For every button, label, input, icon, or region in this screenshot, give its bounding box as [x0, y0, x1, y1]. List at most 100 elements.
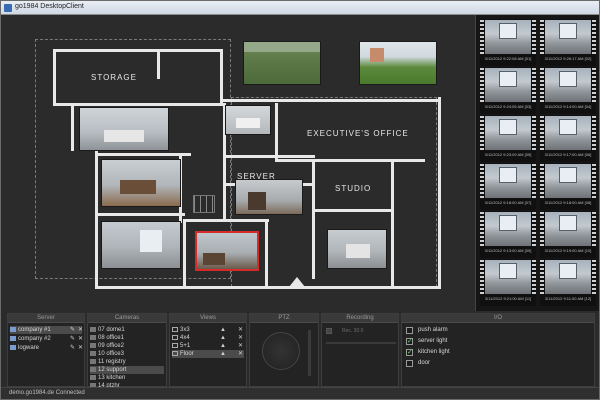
views-panel-header: Views: [170, 314, 246, 323]
view-item[interactable]: 4x4: [172, 334, 244, 342]
thumbnail[interactable]: 3/11/2012 9:24:05 AM [03]: [480, 67, 536, 114]
cameras-panel-header: Cameras: [88, 314, 166, 323]
delete-icon[interactable]: ✕: [78, 327, 84, 333]
thumbnail[interactable]: 3/11/2012 9:18:00 AM [08]: [540, 163, 596, 210]
wall: [95, 213, 185, 216]
io-panel: I/O push alarm server light kitchen ligh…: [401, 313, 595, 387]
delete-icon[interactable]: ✕: [238, 343, 244, 349]
server-icon: [10, 326, 16, 332]
thumbnail[interactable]: 3/11/2012 9:18:00 AM [07]: [480, 163, 536, 210]
window-title: go1984 DesktopClient: [15, 3, 84, 10]
thumbnail[interactable]: 3/11/2012 9:23:09 AM [05]: [480, 115, 536, 162]
thumbnail[interactable]: 3/11/2012 9:22:08 AM [01]: [480, 19, 536, 66]
camera-list-item[interactable]: 13 kitchen: [90, 374, 164, 382]
wall: [312, 209, 394, 212]
camera-feed-hallway[interactable]: [225, 105, 271, 135]
server-panel: Server company #1 company #2 logware ✎ ✕…: [7, 313, 85, 387]
server-icon: [10, 344, 16, 350]
wall: [275, 159, 425, 162]
room-label-storage: STORAGE: [91, 73, 137, 82]
camera-feed-support-selected[interactable]: [195, 231, 259, 271]
server-icon: [10, 335, 16, 341]
upload-icon[interactable]: ▲: [220, 351, 226, 357]
thumbnail[interactable]: 3/11/2012 9:17:00 AM [06]: [540, 115, 596, 162]
stairs: [193, 195, 215, 213]
delete-icon[interactable]: ✕: [238, 351, 244, 357]
thumbnail[interactable]: 3/11/2012 9:21:00 AM [11]: [480, 259, 536, 306]
wall: [53, 49, 223, 52]
io-label: kitchen light: [418, 349, 450, 355]
recording-panel: Recording Rec. 30.0: [321, 313, 399, 387]
camera-list-item[interactable]: 09 office2: [90, 342, 164, 350]
io-label: door: [418, 360, 431, 366]
thumbnail[interactable]: 3/11/2012 9:14:00 AM [04]: [540, 67, 596, 114]
wall: [265, 219, 268, 289]
title-bar: go1984 DesktopClient: [1, 1, 599, 15]
ptz-panel-header: PTZ: [250, 314, 318, 323]
recording-timeline[interactable]: [326, 342, 396, 344]
delete-icon[interactable]: ✕: [78, 345, 84, 351]
camera-icon: [90, 334, 96, 340]
upload-icon[interactable]: ▲: [220, 327, 226, 333]
camera-feed-office-1[interactable]: [101, 159, 181, 207]
thumbnail[interactable]: 3/11/2012 9:19:00 AM [10]: [540, 211, 596, 258]
recording-field: Rec. 30.0: [342, 328, 364, 334]
camera-list-item[interactable]: 07 dome1: [90, 326, 164, 334]
camera-feed-outdoor-2[interactable]: [359, 41, 437, 85]
io-checkbox-kitchen-light[interactable]: [406, 348, 413, 356]
camera-list-item[interactable]: 08 office1: [90, 334, 164, 342]
wall: [53, 49, 56, 105]
wall: [183, 219, 269, 222]
camera-feed-outdoor-1[interactable]: [243, 41, 321, 85]
app-window: go1984 DesktopClient STORAGE EXECUTIVE'S…: [0, 0, 600, 400]
camera-thumbnail-strip: 3/11/2012 9:22:08 AM [01] 3/11/2012 9:26…: [475, 15, 599, 311]
record-button[interactable]: [326, 328, 332, 334]
camera-icon: [90, 366, 96, 372]
wall: [438, 97, 441, 289]
wall: [95, 149, 98, 289]
thumbnail[interactable]: 3/11/2012 9:11:00 AM [12]: [540, 259, 596, 306]
wall: [183, 219, 186, 289]
wall: [71, 103, 74, 151]
edit-icon[interactable]: ✎: [70, 327, 76, 333]
view-item[interactable]: Floor: [172, 350, 244, 358]
upload-icon[interactable]: ▲: [220, 335, 226, 341]
io-panel-header: I/O: [402, 314, 594, 323]
zoom-slider[interactable]: [308, 330, 311, 376]
edit-icon[interactable]: ✎: [70, 345, 76, 351]
delete-icon[interactable]: ✕: [238, 335, 244, 341]
thumbnail[interactable]: 3/11/2012 9:26:17 AM [02]: [540, 19, 596, 66]
status-bar: demo.go1984.de Connected: [1, 387, 599, 399]
camera-feed-office-2[interactable]: [101, 221, 181, 269]
wall: [275, 103, 278, 159]
camera-icon: [90, 342, 96, 348]
wall: [223, 99, 441, 102]
delete-icon[interactable]: ✕: [78, 336, 84, 342]
wall: [95, 153, 191, 156]
camera-list-item[interactable]: 12 support: [90, 366, 164, 374]
view-item[interactable]: 5+1: [172, 342, 244, 350]
io-label: server light: [418, 338, 448, 344]
grid-icon: [172, 342, 178, 348]
upload-icon[interactable]: ▲: [220, 343, 226, 349]
io-checkbox-server-light[interactable]: [406, 337, 413, 345]
camera-feed-server[interactable]: [235, 179, 303, 215]
camera-feed-storage[interactable]: [79, 107, 169, 151]
wall: [53, 103, 223, 106]
camera-list-item[interactable]: 11 registry: [90, 358, 164, 366]
io-checkbox-push-alarm[interactable]: [406, 327, 413, 334]
room-label-executive-office: EXECUTIVE'S OFFICE: [307, 129, 409, 138]
floor-plan: STORAGE EXECUTIVE'S OFFICE SERVER STUDIO: [7, 19, 465, 299]
ptz-joystick[interactable]: [262, 332, 300, 370]
view-item[interactable]: 3x3: [172, 326, 244, 334]
camera-list-item[interactable]: 10 office3: [90, 350, 164, 358]
delete-icon[interactable]: ✕: [238, 327, 244, 333]
io-checkbox-door[interactable]: [406, 360, 413, 367]
wall: [95, 286, 441, 289]
edit-icon[interactable]: ✎: [70, 336, 76, 342]
entrance-arrow-icon: [289, 277, 305, 287]
thumbnail[interactable]: 3/11/2012 9:13:00 AM [09]: [480, 211, 536, 258]
camera-icon: [90, 326, 96, 332]
camera-feed-studio[interactable]: [327, 229, 387, 269]
app-icon: [4, 4, 12, 12]
